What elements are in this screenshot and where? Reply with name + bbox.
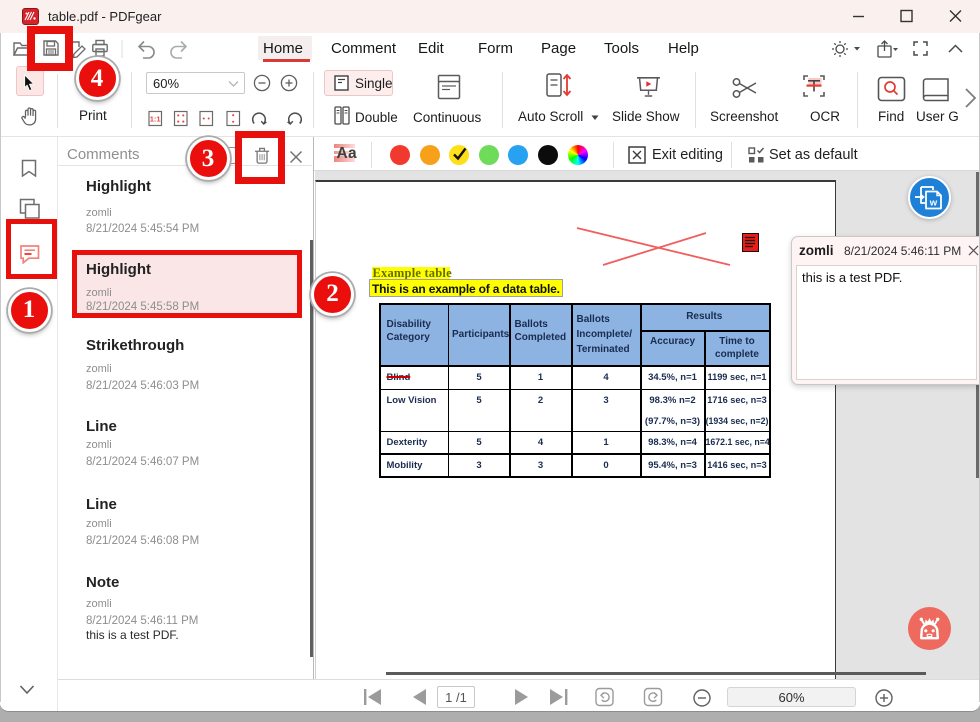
svg-text:1:1: 1:1 [150, 115, 161, 124]
svg-text:w: w [929, 198, 938, 209]
